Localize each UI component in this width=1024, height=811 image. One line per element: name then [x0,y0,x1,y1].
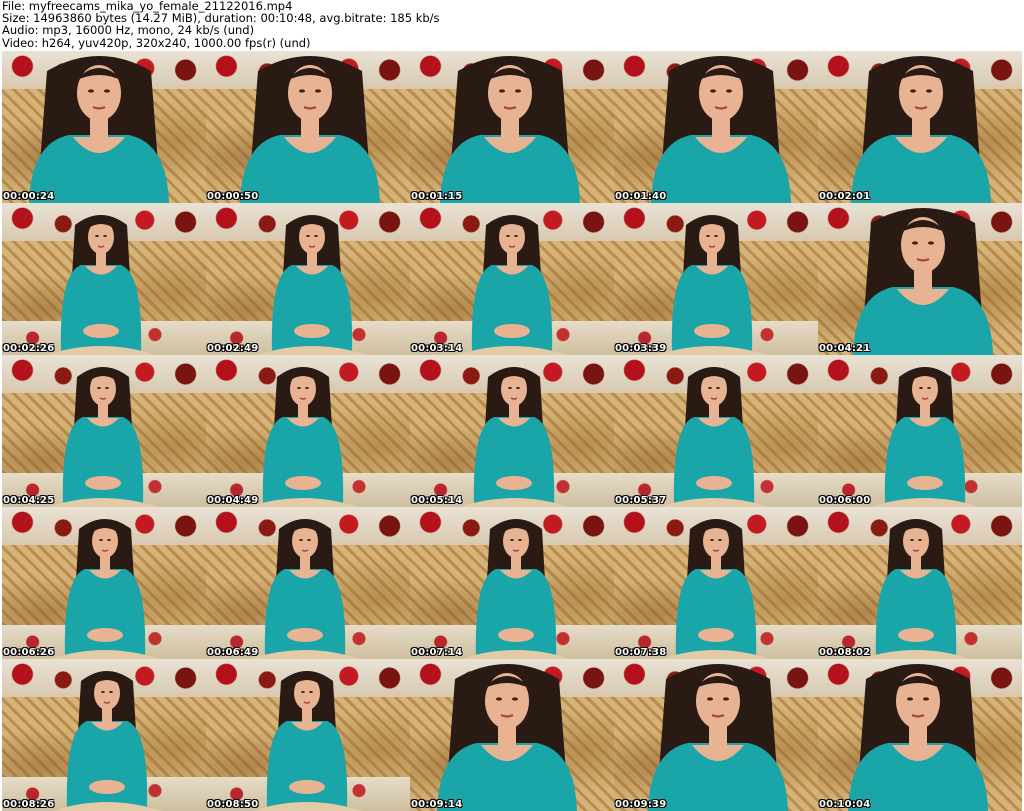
thumbnail-timestamp: 00:06:00 [819,495,871,506]
video-thumbnail: 00:10:04 [818,659,1022,811]
video-thumbnail: 00:03:14 [410,203,614,355]
person-figure [440,56,580,203]
video-thumbnail: 00:08:02 [818,507,1022,659]
video-thumbnail: 00:01:15 [410,51,614,203]
video-thumbnail: 00:09:39 [614,659,818,811]
thumbnail-timestamp: 00:08:26 [3,799,55,810]
person-figure [252,671,362,811]
video-thumbnail: 00:02:26 [2,203,206,355]
thumbnail-timestamp: 00:09:39 [615,799,667,810]
video-thumbnail: 00:09:14 [410,659,614,811]
thumbnail-timestamp: 00:02:49 [207,343,259,354]
thumbnail-timestamp: 00:04:21 [819,343,871,354]
person-figure [240,56,380,203]
video-thumbnail: 00:06:00 [818,355,1022,507]
person-figure [648,664,788,811]
thumbnail-timestamp: 00:00:24 [3,191,55,202]
person-figure [459,367,569,507]
thumbnail-timestamp: 00:02:01 [819,191,871,202]
person-figure [248,367,358,507]
thumbnail-timestamp: 00:05:37 [615,495,667,506]
video-thumbnail: 00:01:40 [614,51,818,203]
thumbnail-timestamp: 00:10:04 [819,799,871,810]
video-info-line: Video: h264, yuv420p, 320x240, 1000.00 f… [2,35,311,50]
person-figure [659,367,769,507]
thumbnail-timestamp: 00:04:25 [3,495,55,506]
person-figure [457,215,567,355]
thumbnail-timestamp: 00:00:50 [207,191,259,202]
thumbnail-timestamp: 00:06:49 [207,647,259,658]
video-thumbnail: 00:00:24 [2,51,206,203]
video-thumbnail: 00:02:01 [818,51,1022,203]
video-thumbnail: 00:04:21 [818,203,1022,355]
thumbnail-timestamp: 00:08:02 [819,647,871,658]
video-thumbnail: 00:00:50 [206,51,410,203]
person-figure [50,519,160,659]
thumbnail-timestamp: 00:04:49 [207,495,259,506]
video-thumbnail: 00:07:14 [410,507,614,659]
person-figure [861,519,971,659]
thumbnail-grid: 00:00:24 00:00:50 00:01:15 00:01:40 00:02:01… [2,51,1022,811]
person-figure [48,367,158,507]
thumbnail-timestamp: 00:05:14 [411,495,463,506]
person-figure [437,664,577,811]
video-thumbnail: 00:05:14 [410,355,614,507]
video-thumbnail: 00:07:38 [614,507,818,659]
thumbnail-timestamp: 00:01:40 [615,191,667,202]
thumbnail-timestamp: 00:06:26 [3,647,55,658]
thumbnail-timestamp: 00:02:26 [3,343,55,354]
person-figure [651,56,791,203]
video-thumbnail: 00:02:49 [206,203,410,355]
person-figure [870,367,980,507]
video-thumbnail: 00:08:50 [206,659,410,811]
person-figure [52,671,162,811]
person-figure [851,56,991,203]
file-info-header: File: myfreecams_mika_yo_female_21122016… [2,0,1020,50]
thumbnail-timestamp: 00:03:14 [411,343,463,354]
thumbnail-timestamp: 00:09:14 [411,799,463,810]
video-thumbnail: 00:06:49 [206,507,410,659]
video-thumbnail: 00:05:37 [614,355,818,507]
audio-info-line: Audio: mp3, 16000 Hz, mono, 24 kb/s (und… [2,23,255,38]
thumbnail-timestamp: 00:03:39 [615,343,667,354]
person-figure [29,56,169,203]
person-figure [46,215,156,355]
thumbnail-timestamp: 00:01:15 [411,191,463,202]
video-thumbnail: 00:06:26 [2,507,206,659]
person-figure [853,208,993,355]
person-figure [461,519,571,659]
thumbnail-timestamp: 00:08:50 [207,799,259,810]
person-figure [657,215,767,355]
person-figure [250,519,360,659]
thumbnail-timestamp: 00:07:38 [615,647,667,658]
person-figure [661,519,771,659]
video-thumbnail: 00:04:25 [2,355,206,507]
thumbnail-timestamp: 00:07:14 [411,647,463,658]
video-thumbnail: 00:08:26 [2,659,206,811]
person-figure [257,215,367,355]
video-thumbnail: 00:03:39 [614,203,818,355]
video-thumbnail: 00:04:49 [206,355,410,507]
person-figure [848,664,988,811]
